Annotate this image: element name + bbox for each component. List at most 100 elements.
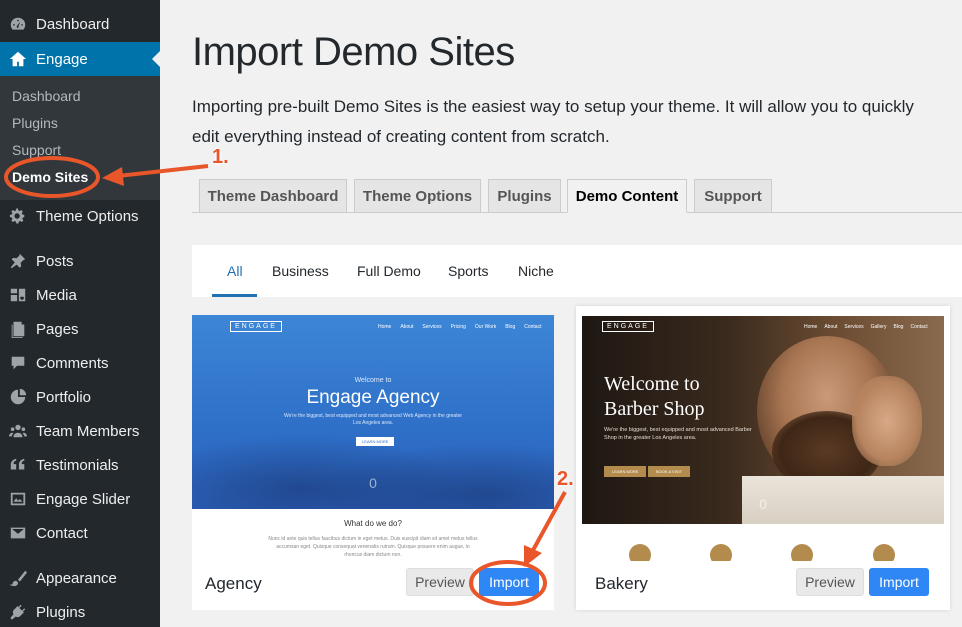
demo-thumbnail-agency[interactable]: ENGAGE Home About Services Pricing Our W… (192, 315, 554, 565)
annotation-label-1: 1. (212, 146, 229, 168)
active-pointer (152, 51, 160, 67)
thumb-nav: Home About Services Pricing Our Work Blo… (378, 324, 541, 330)
menu-item-media[interactable]: Media (0, 278, 160, 312)
menu-item-appearance[interactable]: Appearance (0, 561, 160, 595)
agency-hero: ENGAGE Home About Services Pricing Our W… (192, 315, 554, 509)
thumb-feature-icon (791, 544, 813, 561)
demo-thumbnail-bakery[interactable]: ENGAGE Home About Services Gallery Blog … (582, 316, 944, 561)
thumb-logo: ENGAGE (602, 321, 654, 332)
preview-button-bakery[interactable]: Preview (796, 568, 864, 596)
thumb-nav-item: Services (422, 324, 442, 330)
tab-support[interactable]: Support (694, 179, 772, 213)
menu-label: Engage Slider (36, 490, 131, 508)
menu-label: Media (36, 286, 77, 304)
thumb-feature-icon (710, 544, 732, 561)
thumb-nav-item: Our Work (474, 324, 497, 330)
import-button-agency[interactable]: Import (479, 568, 539, 596)
thumb-counter: 0 (369, 475, 377, 491)
team-icon (0, 422, 36, 440)
submenu-item-demo-sites[interactable]: Demo Sites (12, 169, 88, 185)
menu-item-dashboard[interactable]: Dashboard (0, 7, 160, 41)
menu-label: Comments (36, 354, 109, 372)
menu-item-portfolio[interactable]: Portfolio (0, 380, 160, 414)
barber-hero: ENGAGE Home About Services Gallery Blog … (582, 316, 944, 524)
menu-label: Team Members (36, 422, 140, 440)
demo-filter-bar: All Business Full Demo Sports Niche (192, 245, 962, 297)
menu-label: Plugins (36, 603, 86, 621)
menu-label: Pages (36, 320, 79, 338)
menu-item-pages[interactable]: Pages (0, 312, 160, 346)
menu-label: Testimonials (36, 456, 119, 474)
menu-item-team-members[interactable]: Team Members (0, 414, 160, 448)
menu-label: Portfolio (36, 388, 92, 406)
thumb-photo-hand (852, 376, 922, 466)
filter-all[interactable]: All (227, 263, 243, 279)
thumb-feature-icon (873, 544, 895, 561)
tab-theme-options[interactable]: Theme Options (354, 179, 481, 213)
thumb-title-line1: Welcome to (604, 373, 700, 395)
thumb-nav-item: Home (804, 324, 818, 330)
menu-item-theme-options[interactable]: Theme Options (0, 199, 160, 233)
submenu-item-dashboard[interactable]: Dashboard (12, 88, 81, 104)
menu-label: Dashboard (36, 15, 110, 33)
brush-icon (0, 569, 36, 587)
comment-icon (0, 354, 36, 372)
slider-icon (0, 490, 36, 508)
import-button-bakery[interactable]: Import (869, 568, 929, 596)
demo-name-bakery: Bakery (595, 574, 648, 593)
admin-sidebar: Dashboard Engage Dashboard Plugins Suppo… (0, 0, 160, 627)
menu-item-contact[interactable]: Contact (0, 516, 160, 550)
menu-label: Engage (36, 50, 88, 68)
media-icon (0, 286, 36, 304)
thumb-nav-item: Services (844, 324, 864, 330)
mail-icon (0, 524, 36, 542)
thumb-nav-item: Pricing (450, 324, 466, 330)
menu-item-plugins[interactable]: Plugins (0, 595, 160, 627)
thumb-nav-item: About (824, 324, 838, 330)
gear-icon (0, 207, 36, 225)
thumb-counter: 0 (759, 496, 767, 512)
filter-business[interactable]: Business (272, 263, 329, 279)
menu-item-comments[interactable]: Comments (0, 346, 160, 380)
thumb-section-text: Nunc id ante quis tellus faucibus dictum… (268, 536, 478, 558)
menu-label: Appearance (36, 569, 117, 587)
thumb-title-line2: Barber Shop (604, 398, 705, 420)
menu-item-engage[interactable]: Engage (0, 42, 160, 76)
preview-button-agency[interactable]: Preview (406, 568, 474, 596)
active-filter-underline (212, 294, 257, 297)
filter-niche[interactable]: Niche (518, 263, 554, 279)
tab-plugins[interactable]: Plugins (488, 179, 561, 213)
menu-label: Theme Options (36, 207, 139, 225)
intro-text: Importing pre-built Demo Sites is the ea… (192, 97, 914, 146)
submenu-item-plugins[interactable]: Plugins (12, 115, 58, 131)
thumb-nav-item: About (400, 324, 414, 330)
demo-card-agency: ENGAGE Home About Services Pricing Our W… (192, 315, 554, 610)
thumb-nav: Home About Services Gallery Blog Contact (804, 324, 928, 330)
thumb-title: Engage Agency (306, 387, 440, 408)
thumb-nav-item: Blog (893, 324, 904, 330)
thumb-nav-item: Contact (910, 324, 928, 330)
demo-name-agency: Agency (205, 574, 262, 593)
thumb-nav-item: Blog (505, 324, 516, 330)
thumb-subtitle: We're the biggest, best equipped and mos… (283, 413, 463, 426)
home-icon (0, 50, 36, 68)
demo-card-bakery: ENGAGE Home About Services Gallery Blog … (576, 306, 950, 610)
tab-demo-content[interactable]: Demo Content (567, 179, 687, 213)
thumb-learn-more: LEARN MORE (356, 437, 395, 446)
submenu-item-support[interactable]: Support (12, 142, 61, 158)
thumb-welcome: Welcome to (354, 377, 392, 384)
portfolio-icon (0, 388, 36, 406)
thumb-book-visit: BOOK A VISIT (648, 466, 691, 477)
menu-item-testimonials[interactable]: Testimonials (0, 448, 160, 482)
menu-label: Posts (36, 252, 74, 270)
tab-theme-dashboard[interactable]: Theme Dashboard (199, 179, 347, 213)
menu-item-posts[interactable]: Posts (0, 244, 160, 278)
quote-icon (0, 456, 36, 474)
filter-full-demo[interactable]: Full Demo (357, 263, 421, 279)
plug-icon (0, 603, 36, 621)
thumb-subtitle: We're the biggest, best equipped and mos… (604, 427, 752, 441)
thumb-nav-item: Home (378, 324, 392, 330)
menu-item-engage-slider[interactable]: Engage Slider (0, 482, 160, 516)
pages-icon (0, 320, 36, 338)
filter-sports[interactable]: Sports (448, 263, 488, 279)
